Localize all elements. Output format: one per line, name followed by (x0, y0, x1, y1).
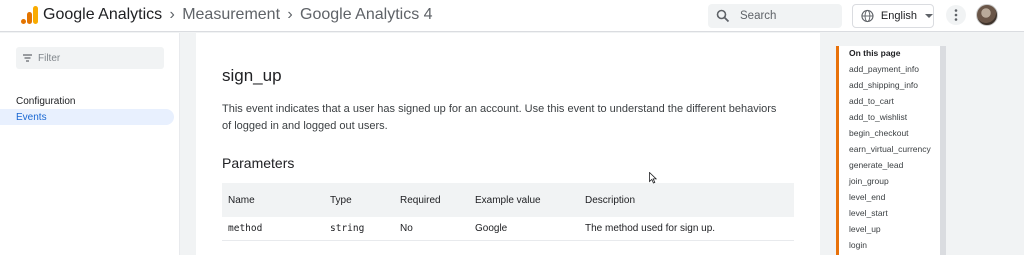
column-header-description: Description (585, 194, 636, 206)
globe-icon (861, 9, 874, 23)
chevron-right-icon: › (169, 6, 175, 23)
param-example: Google (475, 223, 508, 234)
param-type: string (330, 223, 365, 234)
toc-item[interactable]: add_payment_info (849, 64, 919, 74)
filter-input[interactable]: Filter (16, 47, 164, 69)
event-description: This event indicates that a user has sig… (222, 103, 777, 132)
more-options-button[interactable] (946, 5, 966, 25)
toc-item[interactable]: earn_virtual_currency (849, 144, 931, 154)
toc-item[interactable]: add_shipping_info (849, 80, 918, 90)
toc-item[interactable]: level_end (849, 192, 885, 202)
chevron-right-icon: › (287, 6, 293, 23)
breadcrumb-item-ga4[interactable]: Google Analytics 4 (300, 6, 433, 24)
search-icon (716, 9, 730, 23)
param-name: method (228, 223, 263, 234)
dropdown-caret-icon (925, 14, 933, 18)
column-header-type: Type (330, 194, 352, 206)
brand-name[interactable]: Google Analytics (43, 6, 162, 24)
search-placeholder: Search (740, 10, 777, 22)
parameters-heading: Parameters (222, 155, 295, 171)
toc-heading: On this page (849, 48, 901, 58)
column-header-required: Required (400, 194, 441, 206)
on-this-page-toc: On this page add_payment_info add_shippi… (836, 46, 946, 255)
google-analytics-logo[interactable] (21, 6, 38, 24)
breadcrumb: Google Analytics › Measurement › Google … (43, 6, 433, 24)
toc-item[interactable]: begin_checkout (849, 128, 909, 138)
sidebar-item-configuration[interactable]: Configuration (0, 93, 174, 109)
mouse-cursor-icon (649, 172, 657, 184)
toc-item[interactable]: generate_lead (849, 160, 903, 170)
main-content: sign_up This event indicates that a user… (196, 33, 820, 255)
column-header-name: Name (228, 194, 255, 206)
table-row: method string No Google The method used … (222, 217, 794, 241)
language-selector[interactable]: English (852, 4, 934, 28)
table-header-row: Name Type Required Example value Descrip… (222, 183, 794, 217)
filter-placeholder: Filter (38, 52, 61, 64)
search-box[interactable]: Search (708, 4, 842, 28)
toc-item[interactable]: add_to_cart (849, 96, 894, 106)
toc-item[interactable]: level_up (849, 224, 881, 234)
toc-item[interactable]: add_to_wishlist (849, 112, 907, 122)
parameters-table: Name Type Required Example value Descrip… (222, 183, 794, 241)
more-vert-icon (954, 9, 958, 21)
param-description: The method used for sign up. (585, 223, 716, 234)
filter-icon (23, 54, 32, 62)
language-label: English (880, 10, 917, 22)
left-nav: Filter Configuration Events (0, 33, 180, 255)
toc-item[interactable]: login (849, 240, 867, 250)
user-avatar[interactable] (976, 4, 998, 26)
breadcrumb-item-measurement[interactable]: Measurement (182, 6, 280, 24)
column-header-example: Example value (475, 194, 541, 206)
toc-item[interactable]: join_group (849, 176, 889, 186)
toc-item[interactable]: level_start (849, 208, 888, 218)
toc-scrollbar[interactable] (940, 46, 946, 255)
page-title: sign_up (222, 66, 282, 85)
sidebar-item-events[interactable]: Events (0, 109, 174, 125)
param-required: No (400, 223, 413, 234)
top-app-bar: Google Analytics › Measurement › Google … (0, 0, 1024, 32)
